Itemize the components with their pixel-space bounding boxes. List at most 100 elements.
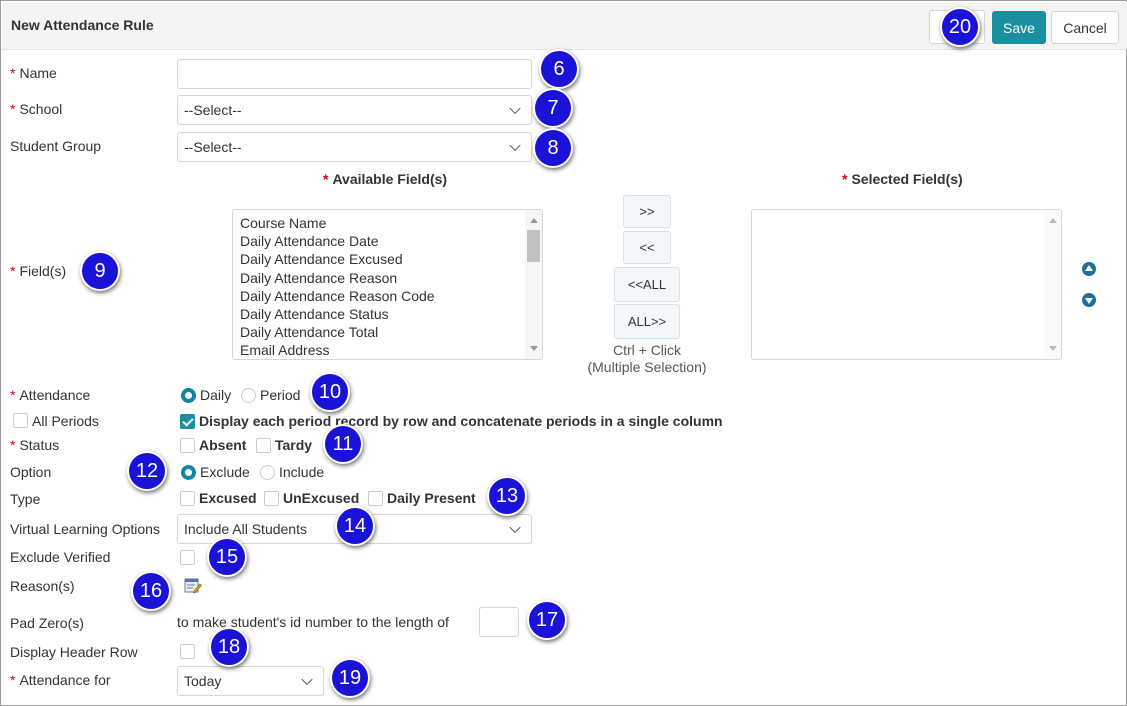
scroll-down-icon[interactable] — [1049, 346, 1057, 351]
display-header-row-label: Display Header Row — [10, 644, 138, 660]
display-header-row-checkbox[interactable] — [180, 644, 195, 659]
all-periods-checkbox[interactable] — [13, 413, 28, 428]
selected-fields-header-text: Selected Field(s) — [851, 171, 963, 187]
exclude-verified-checkbox[interactable] — [180, 550, 195, 565]
display-each-period-label[interactable]: Display each period record by row and co… — [199, 413, 723, 429]
move-left-button[interactable]: << — [623, 231, 671, 264]
chevron-down-icon — [301, 673, 313, 686]
callout-13: 13 — [487, 476, 527, 516]
list-item[interactable]: Daily Attendance Excused — [233, 250, 542, 268]
callout-7: 7 — [533, 88, 573, 128]
status-tardy-label[interactable]: Tardy — [275, 437, 312, 453]
list-item[interactable]: Daily Attendance Total — [233, 323, 542, 341]
hint-line-1: Ctrl + Click — [612, 342, 682, 358]
callout-18: 18 — [209, 627, 249, 667]
list-item[interactable]: Course Name — [233, 214, 542, 232]
edit-list-icon[interactable] — [184, 578, 202, 594]
display-each-period-checkbox[interactable] — [180, 414, 195, 429]
callout-14: 14 — [335, 506, 375, 546]
move-all-left-button[interactable]: <<ALL — [614, 267, 680, 302]
type-unexcused-label[interactable]: UnExcused — [283, 490, 359, 506]
school-select[interactable]: --Select-- — [177, 95, 532, 125]
type-daily-present-label[interactable]: Daily Present — [387, 490, 476, 506]
callout-9: 9 — [80, 251, 120, 291]
type-daily-present-checkbox[interactable] — [368, 491, 383, 506]
arrow-up-circle-icon[interactable] — [1082, 262, 1096, 276]
attendance-for-select[interactable]: Today — [177, 666, 324, 696]
school-label-text: School — [19, 101, 63, 117]
callout-6: 6 — [539, 49, 579, 89]
attendance-period-radio[interactable] — [241, 388, 256, 403]
callout-11: 11 — [323, 424, 363, 464]
all-periods-label: All Periods — [32, 413, 99, 429]
hint-line-2: (Multiple Selection) — [587, 359, 707, 375]
name-input[interactable] — [177, 59, 532, 89]
available-fields-list[interactable]: Course Name Daily Attendance Date Daily … — [232, 209, 543, 360]
student-group-select[interactable]: --Select-- — [177, 132, 532, 162]
attendance-daily-radio[interactable] — [181, 388, 196, 403]
required-marker: * — [323, 171, 329, 187]
scroll-up-icon[interactable] — [1049, 218, 1057, 223]
list-item[interactable]: Daily Attendance Status — [233, 305, 542, 323]
scroll-thumb[interactable] — [527, 230, 540, 262]
required-marker: * — [10, 387, 16, 403]
attendance-for-select-value: Today — [184, 673, 222, 689]
list-scrollbar[interactable] — [525, 210, 542, 359]
callout-10: 10 — [310, 372, 350, 412]
scroll-up-icon[interactable] — [530, 218, 538, 223]
type-label: Type — [10, 491, 41, 507]
student-group-select-value: --Select-- — [184, 139, 242, 155]
chevron-down-icon — [509, 102, 521, 115]
multi-select-hint: Ctrl + Click (Multiple Selection) — [571, 342, 723, 376]
callout-15: 15 — [207, 537, 247, 577]
status-absent-checkbox[interactable] — [180, 438, 195, 453]
required-marker: * — [10, 65, 16, 81]
pad-zero-label: Pad Zero(s) — [10, 615, 84, 631]
chevron-down-icon — [509, 139, 521, 152]
attendance-for-label: * Attendance for — [10, 672, 111, 688]
required-marker: * — [842, 171, 848, 187]
available-fields-header: * Available Field(s) — [323, 171, 447, 187]
move-all-right-button[interactable]: ALL>> — [614, 304, 680, 339]
list-item[interactable]: Daily Attendance Reason Code — [233, 287, 542, 305]
pad-zero-length-input[interactable] — [479, 607, 519, 637]
arrow-down-circle-icon[interactable] — [1082, 293, 1096, 307]
status-absent-label[interactable]: Absent — [199, 437, 246, 453]
callout-17: 17 — [527, 600, 567, 640]
reasons-label: Reason(s) — [10, 578, 75, 594]
type-excused-checkbox[interactable] — [180, 491, 195, 506]
student-group-label: Student Group — [10, 138, 102, 154]
status-label-text: Status — [19, 437, 60, 453]
type-excused-label[interactable]: Excused — [199, 490, 257, 506]
type-unexcused-checkbox[interactable] — [264, 491, 279, 506]
list-item[interactable]: Daily Attendance Reason — [233, 269, 542, 287]
name-label-text: Name — [19, 65, 57, 81]
school-select-value: --Select-- — [184, 102, 242, 118]
attendance-label: * Attendance — [10, 387, 90, 403]
list-scrollbar[interactable] — [1044, 210, 1061, 359]
callout-12: 12 — [127, 451, 167, 491]
attendance-period-label[interactable]: Period — [260, 387, 300, 403]
list-item[interactable]: Email Address — [233, 341, 542, 359]
fields-label: * Field(s) — [10, 263, 66, 279]
attendance-rule-panel: New Attendance Rule Save Cancel * Name * S… — [0, 0, 1127, 706]
attendance-for-label-text: Attendance for — [19, 672, 111, 688]
page-title: New Attendance Rule — [11, 17, 154, 33]
pad-zero-text: to make student's id number to the lengt… — [177, 614, 449, 630]
selected-fields-list[interactable] — [751, 209, 1062, 360]
list-item[interactable]: Daily Attendance Date — [233, 232, 542, 250]
callout-20: 20 — [940, 7, 980, 47]
attendance-daily-label[interactable]: Daily — [200, 387, 231, 403]
option-exclude-label[interactable]: Exclude — [200, 464, 250, 480]
option-include-radio[interactable] — [260, 465, 275, 480]
move-right-button[interactable]: >> — [623, 195, 671, 228]
callout-8: 8 — [533, 128, 573, 168]
status-tardy-checkbox[interactable] — [256, 438, 271, 453]
option-exclude-radio[interactable] — [181, 465, 196, 480]
save-button[interactable]: Save — [992, 11, 1046, 44]
available-fields-header-text: Available Field(s) — [332, 171, 448, 187]
option-include-label[interactable]: Include — [279, 464, 324, 480]
scroll-down-icon[interactable] — [530, 346, 538, 351]
cancel-button[interactable]: Cancel — [1051, 11, 1119, 44]
school-label: * School — [10, 101, 62, 117]
